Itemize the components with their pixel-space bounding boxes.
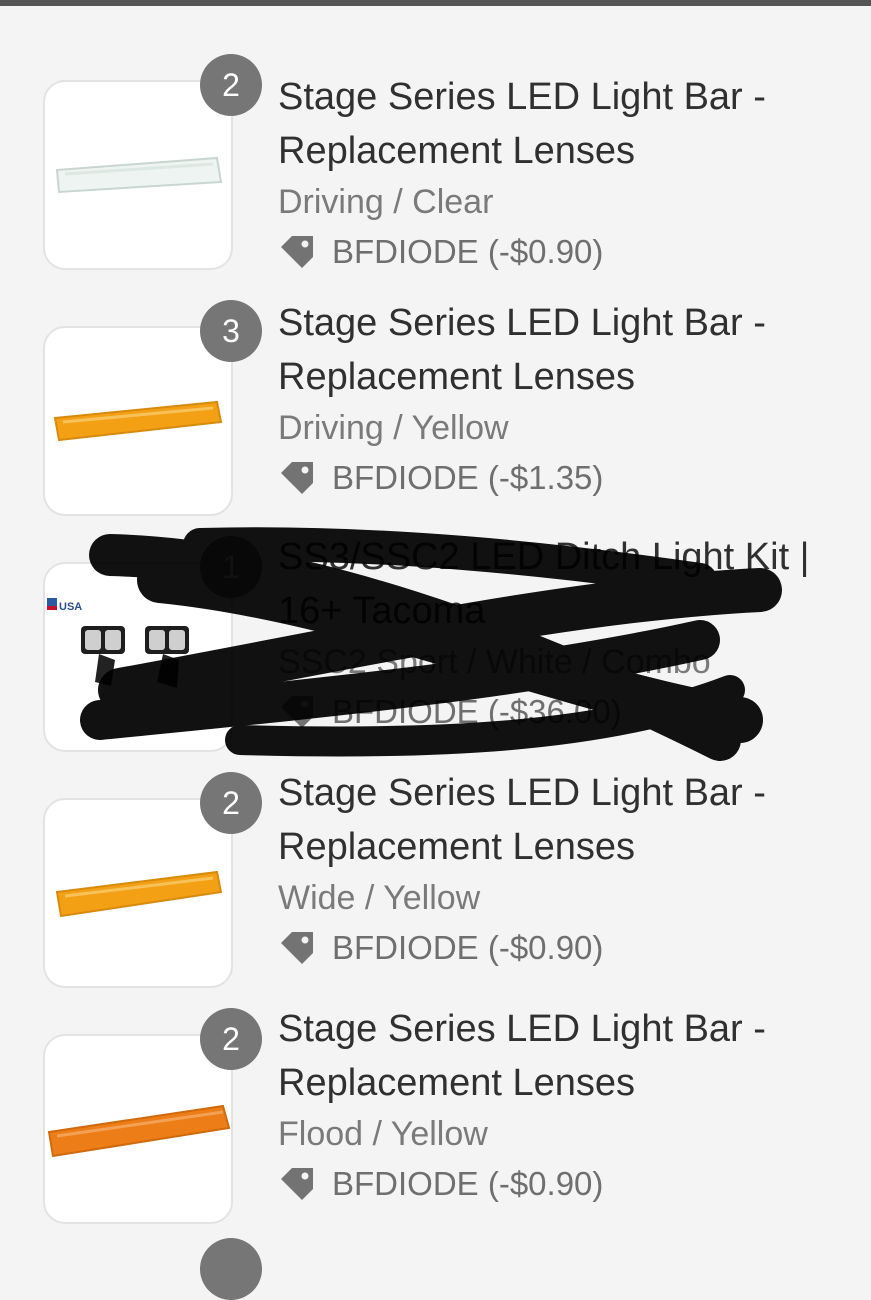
cart-item[interactable]: 2 Stage Series LED Light Bar - Replaceme… <box>0 984 871 1224</box>
item-title: Stage Series LED Light Bar - Replacement… <box>278 1008 766 1104</box>
tag-icon <box>281 696 313 728</box>
yellow-lens-image <box>55 870 223 918</box>
item-title: Stage Series LED Light Bar - Replacement… <box>278 302 766 398</box>
clear-lens-image <box>55 156 223 194</box>
tag-icon <box>281 236 313 268</box>
tag-icon <box>281 462 313 494</box>
tag-icon <box>281 1168 313 1200</box>
item-title: SS3/SSC2 LED Ditch Light Kit | 16+ Tacom… <box>278 536 810 632</box>
cart-item[interactable]: 2 Stage Series LED Light Bar - Replaceme… <box>0 748 871 988</box>
discount-row: BFDIODE (-$36.00) <box>278 692 868 732</box>
discount-row: BFDIODE (-$0.90) <box>278 1164 868 1204</box>
discount-code: BFDIODE (-$0.90) <box>332 1165 604 1202</box>
item-variant: Flood / Yellow <box>278 1115 488 1153</box>
discount-code: BFDIODE (-$0.90) <box>332 233 604 270</box>
top-bar <box>0 0 871 6</box>
product-thumbnail <box>43 326 233 516</box>
discount-row: BFDIODE (-$0.90) <box>278 928 868 968</box>
orange-lens-image <box>47 1104 231 1158</box>
cart-item[interactable]: USA 1 SS3/SSC2 LED Ditch Light Kit | 16+… <box>0 516 871 752</box>
svg-text:USA: USA <box>59 601 82 613</box>
product-thumbnail: USA <box>43 562 233 752</box>
item-variant: Driving / Clear <box>278 183 494 221</box>
quantity-badge: 3 <box>200 300 262 362</box>
yellow-lens-image <box>53 400 223 442</box>
product-thumbnail <box>43 80 233 270</box>
discount-row: BFDIODE (-$0.90) <box>278 232 868 272</box>
quantity-badge: 1 <box>200 536 262 598</box>
quantity-badge: 2 <box>200 1008 262 1070</box>
discount-code: BFDIODE (-$36.00) <box>332 693 622 730</box>
item-variant: Driving / Yellow <box>278 409 509 447</box>
item-title: Stage Series LED Light Bar - Replacement… <box>278 76 766 172</box>
item-variant: Wide / Yellow <box>278 879 481 917</box>
discount-row: BFDIODE (-$1.35) <box>278 458 868 498</box>
quantity-badge: 2 <box>200 772 262 834</box>
quantity-badge: 2 <box>200 54 262 116</box>
tag-icon <box>281 932 313 964</box>
discount-code: BFDIODE (-$0.90) <box>332 929 604 966</box>
item-title: Stage Series LED Light Bar - Replacement… <box>278 772 766 868</box>
cart-item[interactable]: 2 Stage Series LED Light Bar - Replaceme… <box>0 52 871 270</box>
product-thumbnail <box>43 798 233 988</box>
discount-code: BFDIODE (-$1.35) <box>332 459 604 496</box>
quantity-badge-partial <box>200 1238 262 1300</box>
item-variant: SSC2 Sport / White / Combo <box>278 643 711 681</box>
ditch-light-kit-image: USA <box>47 598 189 688</box>
product-thumbnail <box>43 1034 233 1224</box>
cart-item[interactable]: 3 Stage Series LED Light Bar - Replaceme… <box>0 278 871 516</box>
